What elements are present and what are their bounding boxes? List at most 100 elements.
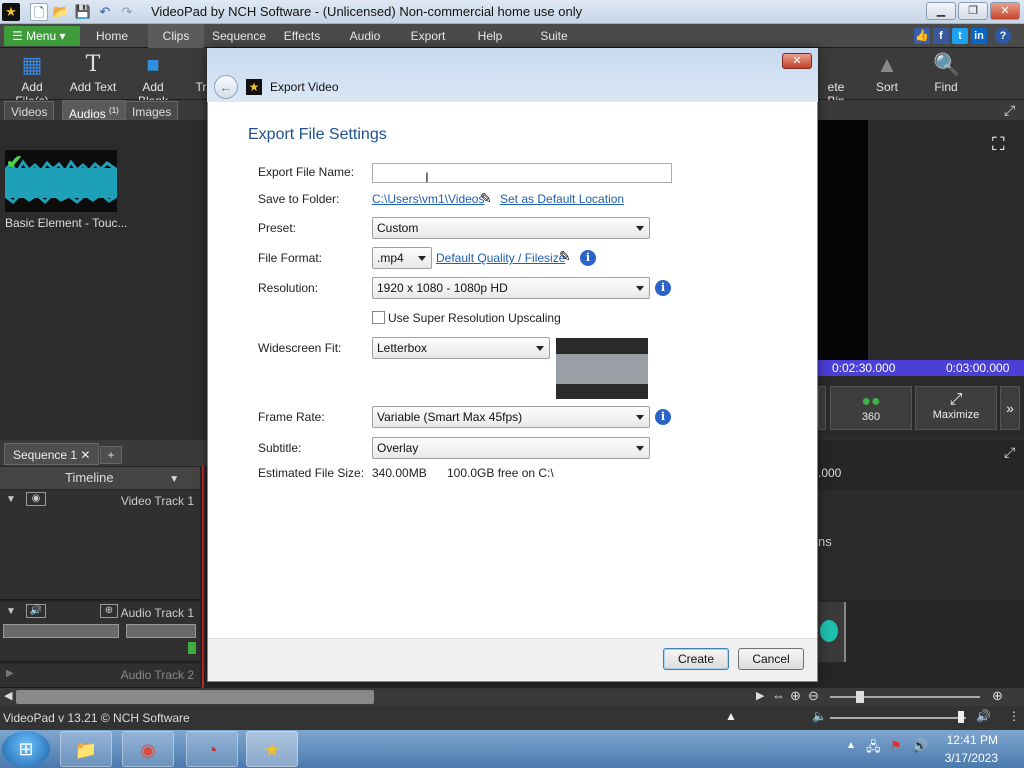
tab-audio[interactable]: Audio bbox=[342, 24, 388, 48]
tab-sequence-1[interactable]: Sequence 1 ✕ bbox=[4, 443, 100, 465]
tab-export[interactable]: Export bbox=[404, 24, 452, 48]
default-location-link[interactable]: Set as Default Location bbox=[500, 192, 624, 206]
cancel-button[interactable]: Cancel bbox=[738, 648, 804, 670]
create-button[interactable]: Create bbox=[663, 648, 729, 670]
network-icon[interactable]: 🖧 bbox=[866, 738, 881, 760]
expand-icon[interactable]: ▶ bbox=[6, 668, 14, 679]
volume-low-icon[interactable]: 🔈 bbox=[812, 709, 827, 723]
grip-icon[interactable]: ⋮ bbox=[1008, 709, 1020, 723]
volume-slider[interactable] bbox=[3, 624, 119, 638]
360-button[interactable]: ●● 360 bbox=[830, 386, 912, 430]
pencil-icon[interactable]: ✎ bbox=[559, 248, 571, 265]
help-icon[interactable]: ? bbox=[995, 28, 1011, 44]
facebook-icon[interactable]: f bbox=[933, 28, 949, 44]
open-folder-icon[interactable]: 📂 bbox=[52, 3, 70, 21]
minimize-button[interactable]: ▁ bbox=[926, 2, 956, 20]
zoom-track-icon[interactable]: ⊕ bbox=[100, 604, 118, 618]
tab-audios[interactable]: Audios (1) bbox=[62, 100, 126, 121]
speaker-tray-icon[interactable]: 🔊 bbox=[912, 738, 928, 754]
window-close-button[interactable]: ✕ bbox=[990, 2, 1020, 20]
info-icon[interactable]: i bbox=[655, 409, 671, 425]
zoom-slider-thumb[interactable] bbox=[856, 691, 864, 703]
thumbs-up-icon[interactable]: 👍 bbox=[914, 28, 930, 44]
more-icon[interactable]: » bbox=[1000, 386, 1020, 430]
preset-select[interactable]: Custom bbox=[372, 217, 650, 239]
eye-icon[interactable]: ◉ bbox=[26, 492, 46, 506]
sort-button[interactable]: ▲ Sort bbox=[872, 52, 902, 96]
tab-images[interactable]: Images bbox=[125, 101, 179, 121]
audio-clip-block[interactable] bbox=[818, 602, 846, 662]
new-file-icon[interactable]: 🗋 bbox=[30, 3, 48, 21]
tray-arrow-icon[interactable]: ▲ bbox=[846, 740, 856, 751]
audio-track-2[interactable]: ▶ Audio Track 2 bbox=[0, 664, 200, 688]
info-icon[interactable]: i bbox=[655, 280, 671, 296]
pencil-icon[interactable]: ✎ bbox=[480, 190, 492, 207]
save-icon[interactable]: 💾 bbox=[74, 3, 92, 21]
tab-suite[interactable]: Suite bbox=[530, 24, 578, 48]
volume-high-icon[interactable]: 🔊 bbox=[976, 709, 991, 723]
undock-timeline-icon[interactable]: ⤢ bbox=[1004, 444, 1015, 461]
menu-button[interactable]: ☰ Menu ▾ bbox=[4, 26, 80, 46]
subtitle-select[interactable]: Overlay bbox=[372, 437, 650, 459]
flag-icon[interactable]: ⚑ bbox=[890, 738, 902, 754]
maximize-button[interactable]: ⤢ Maximize bbox=[915, 386, 997, 430]
speed-dial-icon[interactable]: ◔ bbox=[186, 731, 238, 767]
fullscreen-icon[interactable]: ⛶ bbox=[992, 134, 1005, 155]
file-name-input[interactable] bbox=[372, 163, 672, 183]
scroll-left-icon[interactable]: ◀ bbox=[4, 689, 12, 702]
twitter-icon[interactable]: t bbox=[952, 28, 968, 44]
frame-rate-select[interactable]: Variable (Smart Max 45fps) bbox=[372, 406, 650, 428]
add-files-button[interactable]: ▦Add File(s) bbox=[4, 52, 60, 108]
collapse-icon[interactable]: ▼ bbox=[6, 494, 16, 505]
undo-icon[interactable]: ↶ bbox=[96, 3, 114, 21]
audio-track-1[interactable]: ▼ 🔊 ⊕ Audio Track 1 bbox=[0, 602, 200, 662]
videopad-taskbar-icon[interactable]: ★ bbox=[246, 731, 298, 767]
add-sequence-button[interactable]: + bbox=[100, 446, 122, 464]
speaker-icon[interactable]: 🔊 bbox=[26, 604, 46, 618]
start-button[interactable]: ⊞ bbox=[2, 731, 50, 767]
master-volume-thumb[interactable] bbox=[958, 711, 964, 723]
chrome-icon[interactable]: ◉ bbox=[122, 731, 174, 767]
clock-time[interactable]: 12:41 PM bbox=[947, 733, 998, 747]
file-explorer-icon[interactable]: 📁 bbox=[60, 731, 112, 767]
super-resolution-checkbox[interactable] bbox=[372, 311, 385, 324]
resolution-select[interactable]: 1920 x 1080 - 1080p HD bbox=[372, 277, 650, 299]
find-button[interactable]: 🔍 Find bbox=[928, 52, 964, 96]
add-blank-button[interactable]: ■Add Blank bbox=[126, 52, 180, 108]
info-icon[interactable]: i bbox=[580, 250, 596, 266]
tab-sequence[interactable]: Sequence bbox=[210, 24, 268, 48]
tab-videos[interactable]: Videos bbox=[4, 101, 55, 121]
scrollbar-thumb[interactable] bbox=[16, 690, 374, 704]
add-text-button[interactable]: T Add Text bbox=[68, 52, 118, 96]
file-format-select[interactable]: .mp4 bbox=[372, 247, 432, 269]
tab-effects[interactable]: Effects bbox=[278, 24, 326, 48]
dialog-close-button[interactable]: ✕ bbox=[782, 53, 812, 69]
playhead[interactable] bbox=[202, 465, 204, 690]
scroll-right-icon[interactable]: ▶ bbox=[756, 689, 764, 702]
back-arrow-icon[interactable]: ← bbox=[214, 75, 238, 99]
close-icon[interactable]: ✕ bbox=[80, 448, 90, 462]
folder-path-link[interactable]: C:\Users\vm1\Videos bbox=[372, 192, 484, 206]
fit-width-icon[interactable]: ⇔ bbox=[772, 688, 785, 703]
preview-prev-button[interactable] bbox=[818, 386, 826, 430]
clock-date[interactable]: 3/17/2023 bbox=[945, 751, 998, 765]
zoom-in-icon[interactable]: ⊕ bbox=[790, 688, 801, 704]
tab-help[interactable]: Help bbox=[468, 24, 512, 48]
zoom-out-icon[interactable]: ⊖ bbox=[808, 688, 819, 704]
video-track-1[interactable]: ▼ ◉ Video Track 1 bbox=[0, 490, 200, 600]
zoom-slider[interactable] bbox=[830, 696, 980, 698]
widescreen-select[interactable]: Letterbox bbox=[372, 337, 550, 359]
collapse-icon[interactable]: ▼ bbox=[6, 606, 16, 617]
pan-slider[interactable] bbox=[126, 624, 196, 638]
tab-clips[interactable]: Clips bbox=[148, 24, 204, 48]
restore-button[interactable]: ❐ bbox=[958, 2, 988, 20]
tab-home[interactable]: Home bbox=[88, 24, 136, 48]
linkedin-icon[interactable]: in bbox=[971, 28, 987, 44]
triangle-up-icon[interactable]: ▲ bbox=[725, 709, 737, 723]
timeline-header[interactable]: Timeline ▼ bbox=[0, 467, 200, 489]
preview-time-ruler[interactable]: 0:02:30.000 0:03:00.000 bbox=[818, 360, 1024, 376]
zoom-max-icon[interactable]: ⊕ bbox=[992, 688, 1003, 704]
quality-filesize-link[interactable]: Default Quality / Filesize bbox=[436, 251, 565, 265]
undock-icon[interactable]: ⤢ bbox=[1004, 102, 1015, 119]
redo-icon[interactable]: ↷ bbox=[118, 3, 136, 21]
